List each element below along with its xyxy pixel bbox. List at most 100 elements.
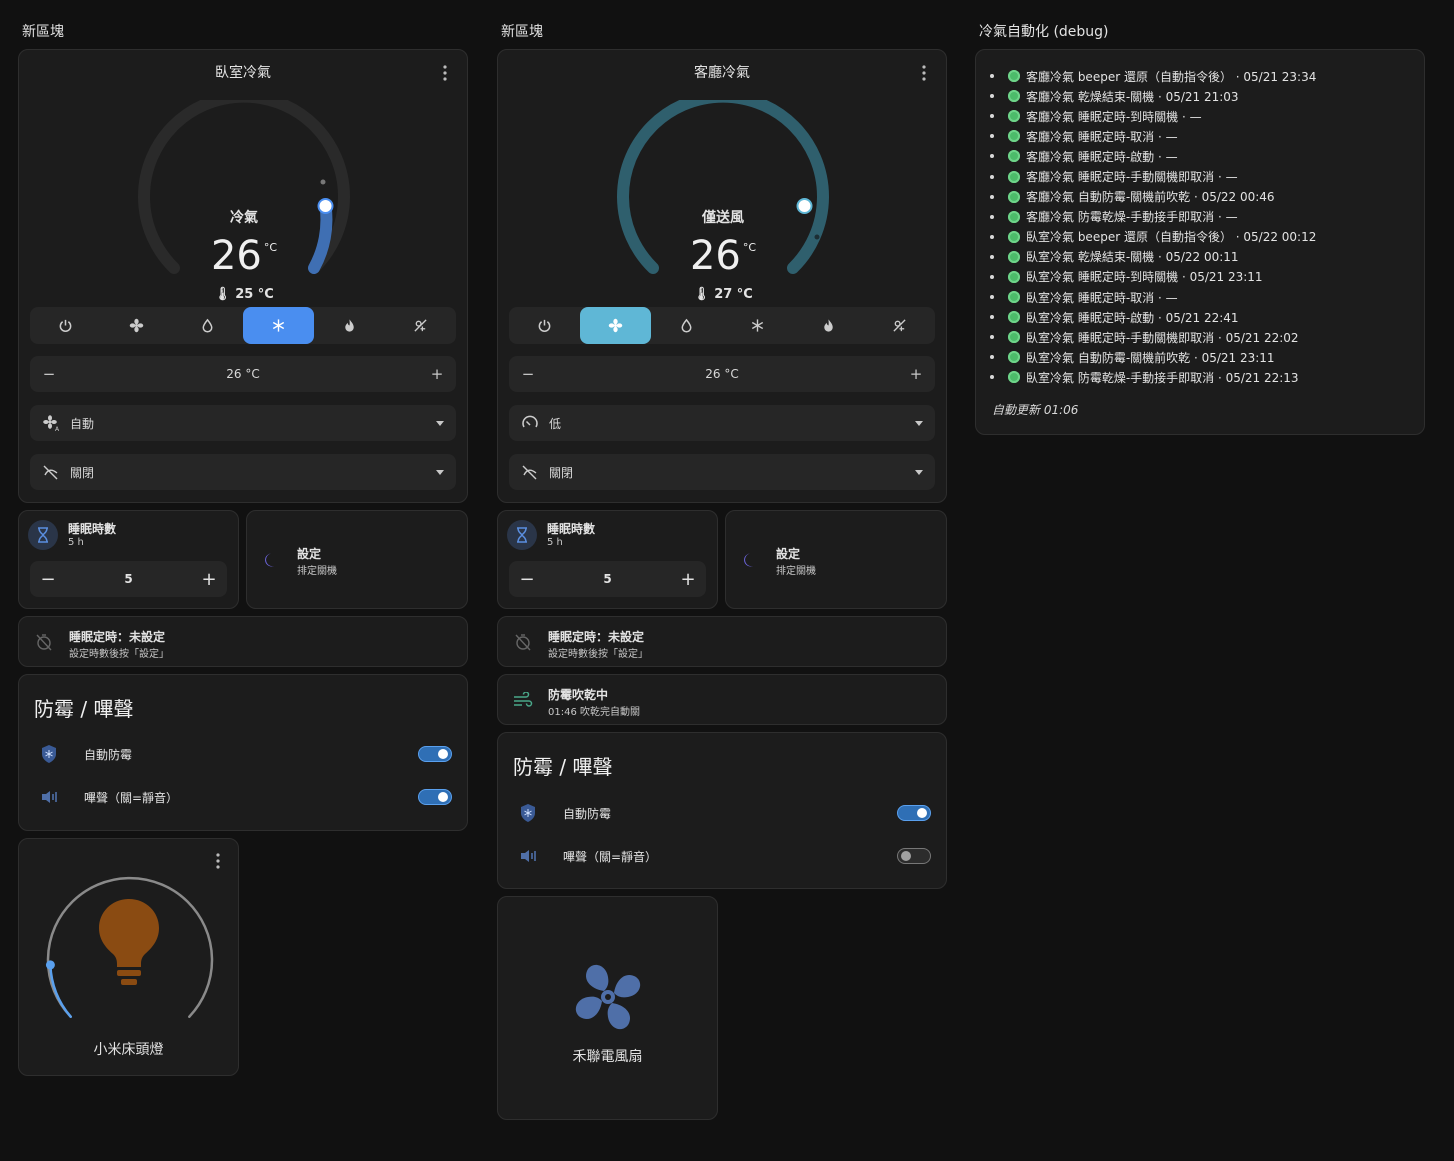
swing-off-icon: [43, 465, 58, 480]
set-sleep-timer-button[interactable]: 設定 排定關機: [246, 510, 468, 609]
fan-icon: [575, 964, 641, 1030]
mode-off-button[interactable]: [30, 307, 101, 344]
living-ac-card: 客廳冷氣 僅送風 26 °C 🌡 27 °C − 26 °C + 低 關閉: [497, 49, 947, 503]
moon-icon: [265, 553, 274, 567]
fan-mode-value: 自動: [70, 416, 95, 431]
status-dot-icon: [1008, 170, 1020, 183]
volume-icon: [519, 848, 549, 864]
mode-heat-button[interactable]: [314, 307, 385, 344]
status-dot-icon: [1008, 291, 1020, 304]
set-title: 設定: [776, 547, 801, 561]
bedside-lamp-card[interactable]: 小米床頭燈: [18, 838, 239, 1076]
drying-status-card: 防霉吹乾中 01:46 吹乾完自動關: [497, 674, 947, 725]
decrease-button[interactable]: −: [40, 569, 56, 590]
swing-mode-value: 關閉: [70, 465, 95, 480]
mode-heat-button[interactable]: [793, 307, 864, 344]
sun-snowflake-icon: [414, 319, 427, 332]
decrease-button[interactable]: −: [519, 569, 535, 590]
mode-off-button[interactable]: [509, 307, 580, 344]
mode-fan-button[interactable]: [580, 307, 651, 344]
mode-dry-button[interactable]: [172, 307, 243, 344]
timer-sub: 設定時數後按「設定」: [548, 649, 648, 660]
decrease-temp-button[interactable]: −: [42, 365, 56, 383]
debug-log-text: 臥室冷氣 防霉乾燥-手動接手即取消 · 05/21 22:13: [1026, 370, 1299, 385]
bullet-icon: [990, 94, 994, 99]
auto-mold-row: 自動防霉: [34, 742, 452, 766]
shield-snowflake-icon: [519, 803, 549, 823]
sleep-hours-value: 5: [603, 572, 612, 586]
beep-toggle[interactable]: [418, 789, 452, 805]
column-title: 新區塊: [22, 24, 64, 40]
bullet-icon: [990, 114, 994, 119]
more-options-icon[interactable]: [437, 64, 453, 82]
mode-auto-button[interactable]: [385, 307, 456, 344]
fan-icon: [129, 318, 144, 333]
beep-toggle[interactable]: [897, 848, 931, 864]
debug-log-item: 臥室冷氣 beeper 還原（自動指令後） · 05/22 00:12: [990, 227, 1317, 247]
automation-debug-card: 客廳冷氣 beeper 還原（自動指令後） · 05/21 23:34 客廳冷氣 …: [975, 49, 1425, 435]
sleep-hours-sub: 5 h: [547, 537, 563, 548]
fan-auto-icon: A: [43, 415, 60, 432]
debug-log-item: 客廳冷氣 防霉乾燥-手動接手即取消 · —: [990, 207, 1316, 227]
auto-mold-row: 自動防霉: [513, 801, 931, 825]
sleep-hours-sub: 5 h: [68, 537, 84, 548]
thermostat-dial[interactable]: 僅送風 26 °C 🌡 27 °C: [613, 100, 833, 302]
flame-icon: [824, 319, 833, 332]
debug-log-text: 臥室冷氣 乾燥結束-關機 · 05/22 00:11: [1026, 250, 1239, 265]
debug-log-text: 客廳冷氣 乾燥結束-關機 · 05/21 21:03: [1026, 89, 1239, 104]
auto-mold-toggle[interactable]: [418, 746, 452, 762]
increase-button[interactable]: +: [201, 569, 217, 590]
status-dot-icon: [1008, 270, 1020, 283]
drying-sub: 01:46 吹乾完自動關: [548, 707, 640, 718]
water-drop-icon: [202, 318, 213, 333]
sleep-hours-stepper: − 5 +: [509, 561, 706, 597]
sleep-timer-status-card: 睡眠定時：未設定 設定時數後按「設定」: [497, 616, 947, 667]
beep-row: 嗶聲（關=靜音）: [513, 844, 931, 868]
bullet-icon: [990, 134, 994, 139]
decrease-temp-button[interactable]: −: [521, 365, 535, 383]
debug-log-item: 臥室冷氣 乾燥結束-關機 · 05/22 00:11: [990, 247, 1316, 267]
auto-mold-toggle[interactable]: [897, 805, 931, 821]
set-sleep-timer-button[interactable]: 設定 排定關機: [725, 510, 947, 609]
hourglass-icon: [28, 520, 58, 550]
debug-log-text: 臥室冷氣 beeper 還原（自動指令後） · 05/22 00:12: [1026, 230, 1317, 245]
electric-fan-card[interactable]: 禾聯電風扇: [497, 896, 718, 1120]
bullet-icon: [990, 375, 994, 380]
debug-log-item: 客廳冷氣 乾燥結束-關機 · 05/21 21:03: [990, 86, 1316, 106]
debug-log-item: 客廳冷氣 beeper 還原（自動指令後） · 05/21 23:34: [990, 66, 1316, 86]
increase-button[interactable]: +: [680, 569, 696, 590]
status-dot-icon: [1008, 331, 1020, 344]
status-dot-icon: [1008, 70, 1020, 83]
mode-cool-button[interactable]: [243, 307, 314, 344]
mode-fan-button[interactable]: [101, 307, 172, 344]
mode-dry-button[interactable]: [651, 307, 722, 344]
fan-mode-select[interactable]: 低: [509, 405, 935, 441]
bullet-icon: [990, 335, 994, 340]
status-dot-icon: [1008, 130, 1020, 143]
sleep-hours-stepper: − 5 +: [30, 561, 227, 597]
flame-icon: [345, 319, 354, 332]
swing-mode-select[interactable]: 關閉: [509, 454, 935, 490]
debug-log-item: 客廳冷氣 自動防霉-關機前吹乾 · 05/22 00:46: [990, 187, 1316, 207]
status-dot-icon: [1008, 311, 1020, 324]
chevron-down-icon: [915, 420, 923, 426]
increase-temp-button[interactable]: +: [430, 365, 444, 383]
status-dot-icon: [1008, 150, 1020, 163]
snowflake-icon: [272, 319, 285, 332]
thermostat-dial[interactable]: 冷氣 26 °C 🌡 25 °C: [134, 100, 354, 302]
column-title: 新區塊: [501, 24, 543, 40]
sleep-hours-card: 睡眠時數 5 h − 5 +: [497, 510, 718, 609]
swing-mode-select[interactable]: 關閉: [30, 454, 456, 490]
hvac-mode-bar: [509, 307, 935, 344]
snowflake-icon: [751, 319, 764, 332]
debug-log-text: 客廳冷氣 睡眠定時-到時關機 · —: [1026, 109, 1202, 124]
mold-beep-card: 防霉 / 嗶聲 自動防霉 嗶聲（關=靜音）: [18, 674, 468, 831]
mode-cool-button[interactable]: [722, 307, 793, 344]
fan-name: 禾聯電風扇: [572, 1049, 643, 1065]
setpoint-control: − 26 °C +: [509, 356, 935, 392]
mode-auto-button[interactable]: [864, 307, 935, 344]
hourglass-icon: [507, 520, 537, 550]
increase-temp-button[interactable]: +: [909, 365, 923, 383]
more-options-icon[interactable]: [916, 64, 932, 82]
fan-mode-select[interactable]: A 自動: [30, 405, 456, 441]
